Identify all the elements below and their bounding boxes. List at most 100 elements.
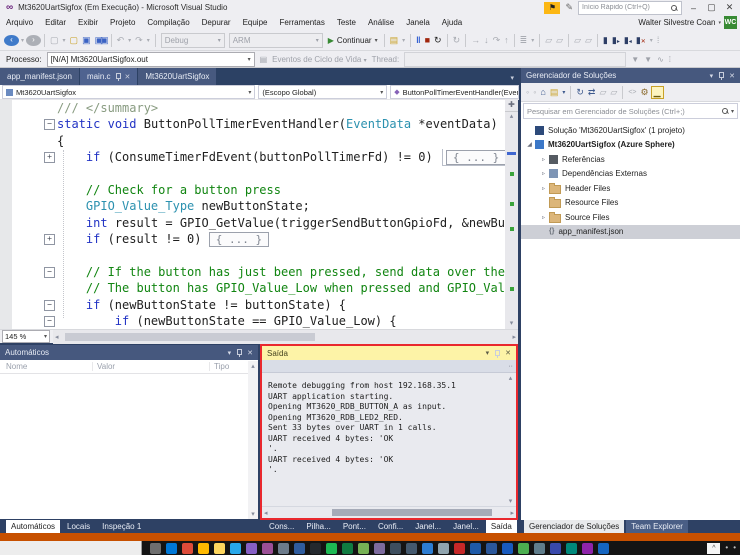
navigate-forward-icon[interactable]: ›	[26, 34, 42, 46]
column-header-value[interactable]: Valor	[93, 362, 210, 371]
navigate-back-caret-icon[interactable]: ▾	[19, 37, 26, 44]
taskbar-app-icon[interactable]	[534, 543, 545, 554]
toolbar-overflow-icon[interactable]: ▾	[400, 37, 407, 44]
minimize-button[interactable]: –	[687, 3, 700, 13]
taskbar-app-icon[interactable]	[390, 543, 401, 554]
prev-bookmark-icon[interactable]: ▮◂	[622, 35, 634, 46]
taskbar-app-icon[interactable]	[470, 543, 481, 554]
avatar[interactable]: WC	[724, 16, 737, 29]
window-next-icon[interactable]: ▱	[583, 35, 594, 46]
window-layout2-icon[interactable]: ▱	[554, 35, 565, 46]
feedback-icon[interactable]: ✎	[565, 2, 573, 13]
close-icon[interactable]: ✕	[729, 72, 735, 80]
editor-horizontal-scrollbar[interactable]: ◂ ▸	[53, 329, 518, 344]
menu-compilação[interactable]: Compilação	[141, 18, 195, 27]
pause-icon[interactable]: ‖	[414, 35, 422, 45]
toggle-bookmark-icon[interactable]: ▮	[601, 35, 610, 46]
taskbar-app-icon[interactable]	[342, 543, 353, 554]
window-position-icon[interactable]: ▾	[486, 349, 490, 357]
watch-tab[interactable]: Inspeção 1	[97, 520, 146, 533]
window-position-icon[interactable]: ▾	[228, 349, 232, 357]
new-file-caret-icon[interactable]: ▾	[61, 37, 68, 44]
properties-wrench-icon[interactable]: ⚙	[639, 87, 651, 98]
taskbar-app-icon[interactable]	[294, 543, 305, 554]
taskbar-app-icon[interactable]	[438, 543, 449, 554]
taskbar-app-icon[interactable]	[582, 543, 593, 554]
menu-equipe[interactable]: Equipe	[237, 18, 274, 27]
tree-item[interactable]: Solução 'Mt3620UartSigfox' (1 projeto)	[521, 123, 740, 138]
editor-tab-Mt3620UartSigfox[interactable]: Mt3620UartSigfox	[138, 68, 217, 85]
tree-item[interactable]: Resource Files	[521, 196, 740, 211]
undo-caret-icon[interactable]: ▾	[126, 37, 133, 44]
sync-with-active-document-icon[interactable]: ⇄	[586, 87, 598, 98]
menu-depurar[interactable]: Depurar	[196, 18, 237, 27]
debug-overflow-icon[interactable]: ▾	[529, 37, 536, 44]
save-icon[interactable]: ▣	[80, 35, 93, 46]
document-list-caret-icon[interactable]: ▾	[510, 74, 519, 85]
taskbar-app-icon[interactable]	[566, 543, 577, 554]
tray-icon[interactable]: •	[725, 543, 728, 552]
expand-arrow-icon[interactable]: ▹	[539, 214, 548, 221]
taskbar-app-icon[interactable]	[246, 543, 257, 554]
account-name[interactable]: Walter Silvestre Coan	[638, 18, 715, 27]
scope-dropdown[interactable]: (Escopo Global) ▾	[258, 85, 388, 99]
collapse-all-icon[interactable]: ▱	[597, 87, 608, 98]
expand-arrow-icon[interactable]: ▹	[539, 185, 548, 192]
lifecycle-events-dropdown[interactable]: Eventos de Ciclo de Vida ▾	[272, 55, 367, 64]
taskbar-app-icon[interactable]	[310, 543, 321, 554]
chevron-down-icon[interactable]: ▾	[560, 89, 567, 96]
taskbar-app-icon[interactable]	[166, 543, 177, 554]
editor-tab-app_manifest.json[interactable]: app_manifest.json	[0, 68, 79, 85]
menu-janela[interactable]: Janela	[400, 18, 436, 27]
menu-teste[interactable]: Teste	[331, 18, 362, 27]
notifications-flag-button[interactable]: ⚑	[544, 1, 561, 14]
watch-tab[interactable]: Locais	[62, 520, 95, 533]
taskbar-app-icon[interactable]	[502, 543, 513, 554]
editor-tab-main.c[interactable]: main.c ✕	[79, 68, 138, 85]
se-forward-icon[interactable]: ◦	[531, 87, 538, 97]
menu-análise[interactable]: Análise	[362, 18, 400, 27]
process-dropdown[interactable]: [N/A] Mt3620UartSigfox.out ▾	[46, 51, 255, 67]
scroll-down-icon[interactable]: ▾	[505, 497, 516, 505]
output-tab[interactable]: Cons...	[264, 520, 299, 533]
output-horizontal-scrollbar[interactable]: ◂ ▸	[262, 506, 516, 518]
expand-arrow-icon[interactable]: ▹	[539, 156, 548, 163]
expand-arrow-icon[interactable]: ▹	[539, 170, 548, 177]
redo-caret-icon[interactable]: ▾	[145, 37, 152, 44]
close-icon[interactable]: ✕	[247, 349, 253, 357]
restart-icon[interactable]: ↻	[432, 35, 444, 46]
refresh-icon[interactable]: ↻	[574, 87, 586, 98]
watch-tab[interactable]: Automáticos	[6, 520, 61, 533]
chevron-down-icon[interactable]: ▾	[718, 20, 721, 26]
autos-title-bar[interactable]: Automáticos ▾ ✕	[0, 345, 258, 360]
tree-item[interactable]: ▹ Header Files	[521, 181, 740, 196]
menu-ferramentas[interactable]: Ferramentas	[273, 18, 330, 27]
thread-dropdown[interactable]	[404, 51, 627, 67]
menu-ajuda[interactable]: Ajuda	[436, 18, 468, 27]
attach-to-process-icon[interactable]: ▤	[388, 35, 401, 46]
menu-projeto[interactable]: Projeto	[104, 18, 141, 27]
filter-icon[interactable]: ▼	[631, 55, 639, 64]
collapse-region-icon[interactable]: −	[44, 316, 55, 328]
scroll-up-icon[interactable]: ▴	[248, 362, 258, 370]
collapse-region-icon[interactable]: −	[44, 266, 55, 278]
window-prev-icon[interactable]: ▱	[572, 35, 583, 46]
close-button[interactable]: ✕	[723, 2, 736, 13]
refresh-icon[interactable]: ↻	[451, 35, 463, 46]
show-next-statement-icon[interactable]: →	[469, 35, 482, 45]
taskbar-app-icon[interactable]	[454, 543, 465, 554]
add-item-icon[interactable]: ▢	[68, 35, 81, 46]
solution-explorer-title-bar[interactable]: Gerenciador de Soluções ▾ ✕	[521, 68, 740, 83]
collapsed-region[interactable]: { ... }	[208, 232, 270, 248]
window-layout-icon[interactable]: ▱	[543, 35, 554, 46]
redo-icon[interactable]: ↷	[133, 35, 145, 46]
pin-icon[interactable]	[494, 349, 501, 358]
pin-icon[interactable]	[115, 72, 121, 81]
new-file-icon[interactable]: ▢	[48, 35, 61, 46]
scroll-left-icon[interactable]: ◂	[264, 509, 268, 517]
column-header-name[interactable]: Nome	[0, 362, 93, 371]
toolbar-overflow-icon[interactable]: ··	[508, 363, 516, 370]
se-back-icon[interactable]: ◦	[524, 87, 531, 97]
bookmark-overflow-icon[interactable]: ▾	[648, 37, 655, 44]
collapse-arrow-icon[interactable]: ◢	[525, 141, 534, 148]
